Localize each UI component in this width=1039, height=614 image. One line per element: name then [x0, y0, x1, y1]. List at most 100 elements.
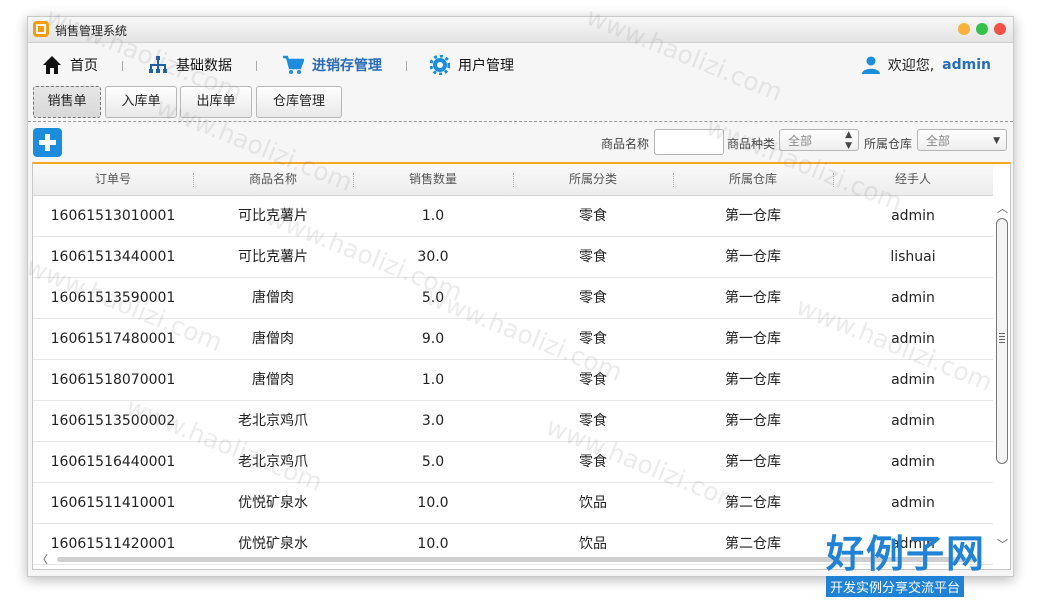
tab-divider [28, 121, 1013, 122]
welcome-area: 欢迎您, admin [861, 53, 991, 77]
menu-home-label: 首页 [70, 58, 98, 74]
cell-quantity: 1.0 [421, 372, 445, 388]
username-link[interactable]: admin [942, 57, 991, 73]
menu-inventory[interactable]: 进销存管理 [282, 53, 382, 77]
cell-handler: lishuai [890, 249, 936, 265]
col-quantity[interactable]: 销售数量 [353, 164, 513, 195]
cell-quantity: 9.0 [421, 331, 445, 347]
cell-order-id: 16061513590001 [50, 290, 176, 306]
vertical-scroll-thumb[interactable] [996, 218, 1008, 464]
tab-sales-order[interactable]: 销售单 [33, 86, 101, 118]
menu-basic-data-label: 基础数据 [176, 58, 232, 74]
cell-quantity: 3.0 [421, 413, 445, 429]
hierarchy-icon [149, 56, 167, 73]
cell-order-id: 16061511410001 [50, 495, 176, 511]
tab-inbound-order[interactable]: 入库单 [105, 86, 177, 118]
tab-outbound-order[interactable]: 出库单 [180, 86, 252, 118]
sales-table: 订单号 商品名称 销售数量 所属分类 所属仓库 经手人 160615130100… [32, 162, 1011, 570]
cell-product-name: 可比克薯片 [238, 249, 308, 265]
table-header: 订单号 商品名称 销售数量 所属分类 所属仓库 经手人 [33, 164, 993, 196]
cell-handler: admin [891, 454, 935, 470]
cell-quantity: 5.0 [421, 454, 445, 470]
table-row[interactable]: 16061513500002 老北京鸡爪 3.0 零食 第一仓库 admin [33, 401, 993, 442]
maximize-button[interactable] [976, 23, 988, 35]
menu-user-mgmt-label: 用户管理 [458, 58, 514, 74]
cell-product-name: 唐僧肉 [252, 372, 294, 388]
spinner-arrows-icon: ▲ ▼ [845, 130, 852, 151]
vertical-scrollbar[interactable]: ︿ ﹀ [994, 196, 1010, 567]
cell-order-id: 16061513500002 [50, 413, 176, 429]
cell-warehouse: 第一仓库 [725, 413, 781, 429]
cell-order-id: 16061513440001 [50, 249, 176, 265]
warehouse-label: 所属仓库 [864, 137, 913, 151]
cell-warehouse: 第一仓库 [725, 290, 781, 306]
table-row[interactable]: 16061517480001 唐僧肉 9.0 零食 第一仓库 admin [33, 319, 993, 360]
cell-handler: admin [891, 495, 935, 511]
add-button[interactable] [33, 128, 62, 157]
menu-home[interactable]: 首页 [42, 53, 98, 77]
col-order-id[interactable]: 订单号 [33, 164, 193, 195]
cell-handler: admin [891, 331, 935, 347]
cell-quantity: 10.0 [417, 495, 449, 511]
cell-quantity: 30.0 [417, 249, 449, 265]
menu-inventory-label: 进销存管理 [312, 58, 382, 74]
cell-handler: admin [891, 372, 935, 388]
cell-product-name: 唐僧肉 [252, 290, 294, 306]
app-window: 销售管理系统 首页 基础数据 进销存管理 用户管理 欢迎您, admin 销售单… [27, 16, 1014, 577]
close-button[interactable] [994, 23, 1006, 35]
cell-category: 零食 [579, 454, 607, 470]
cell-order-id: 16061518070001 [50, 372, 176, 388]
cell-category: 零食 [579, 331, 607, 347]
warehouse-select-value: 全部 [926, 134, 951, 148]
table-row[interactable]: 16061513010001 可比克薯片 1.0 零食 第一仓库 admin [33, 196, 993, 237]
cell-product-name: 唐僧肉 [252, 331, 294, 347]
app-icon [33, 21, 49, 37]
category-select[interactable]: 全部 ▲ ▼ [779, 129, 859, 151]
title-bar[interactable]: 销售管理系统 [28, 17, 1013, 43]
cart-icon [283, 55, 304, 74]
menu-bar: 首页 基础数据 进销存管理 用户管理 欢迎您, admin [28, 43, 1013, 87]
cell-warehouse: 第一仓库 [725, 249, 781, 265]
cell-warehouse: 第一仓库 [725, 208, 781, 224]
cell-category: 零食 [579, 249, 607, 265]
tab-warehouse-mgmt[interactable]: 仓库管理 [256, 86, 342, 118]
table-row[interactable]: 16061513590001 唐僧肉 5.0 零食 第一仓库 admin [33, 278, 993, 319]
table-body: 16061513010001 可比克薯片 1.0 零食 第一仓库 admin 1… [33, 196, 993, 565]
cell-warehouse: 第二仓库 [725, 495, 781, 511]
cell-order-id: 16061517480001 [50, 331, 176, 347]
cell-quantity: 5.0 [421, 290, 445, 306]
cell-order-id: 16061516440001 [50, 454, 176, 470]
cell-product-name: 老北京鸡爪 [238, 413, 308, 429]
scroll-up-icon[interactable]: ︿ [997, 200, 1008, 216]
cell-category: 零食 [579, 413, 607, 429]
cell-quantity: 1.0 [421, 208, 445, 224]
table-row[interactable]: 16061513440001 可比克薯片 30.0 零食 第一仓库 lishua… [33, 237, 993, 278]
product-name-input[interactable] [654, 129, 724, 155]
window-title: 销售管理系统 [55, 24, 128, 38]
cell-warehouse: 第一仓库 [725, 372, 781, 388]
warehouse-select[interactable]: 全部 ▼ [917, 129, 1007, 151]
col-product-name[interactable]: 商品名称 [193, 164, 353, 195]
col-warehouse[interactable]: 所属仓库 [673, 164, 833, 195]
category-select-value: 全部 [788, 134, 813, 148]
brand-name: 好例子网 [826, 531, 987, 576]
dropdown-arrow-icon: ▼ [993, 136, 1000, 146]
table-row[interactable]: 16061511410001 优悦矿泉水 10.0 饮品 第二仓库 admin [33, 483, 993, 524]
table-row[interactable]: 16061518070001 唐僧肉 1.0 零食 第一仓库 admin [33, 360, 993, 401]
cell-handler: admin [891, 208, 935, 224]
col-handler[interactable]: 经手人 [833, 164, 993, 195]
menu-basic-data[interactable]: 基础数据 [148, 53, 232, 77]
category-label: 商品种类 [727, 137, 776, 151]
scroll-left-icon[interactable]: 〈 [37, 551, 48, 567]
menu-user-mgmt[interactable]: 用户管理 [430, 53, 514, 77]
cell-handler: admin [891, 290, 935, 306]
cell-product-name: 老北京鸡爪 [238, 454, 308, 470]
minimize-button[interactable] [958, 23, 970, 35]
col-category[interactable]: 所属分类 [513, 164, 673, 195]
table-row[interactable]: 16061516440001 老北京鸡爪 5.0 零食 第一仓库 admin [33, 442, 993, 483]
cell-product-name: 可比克薯片 [238, 208, 308, 224]
gear-icon [430, 55, 450, 75]
cell-warehouse: 第一仓库 [725, 454, 781, 470]
home-icon [43, 56, 61, 74]
cell-category: 饮品 [579, 495, 607, 511]
